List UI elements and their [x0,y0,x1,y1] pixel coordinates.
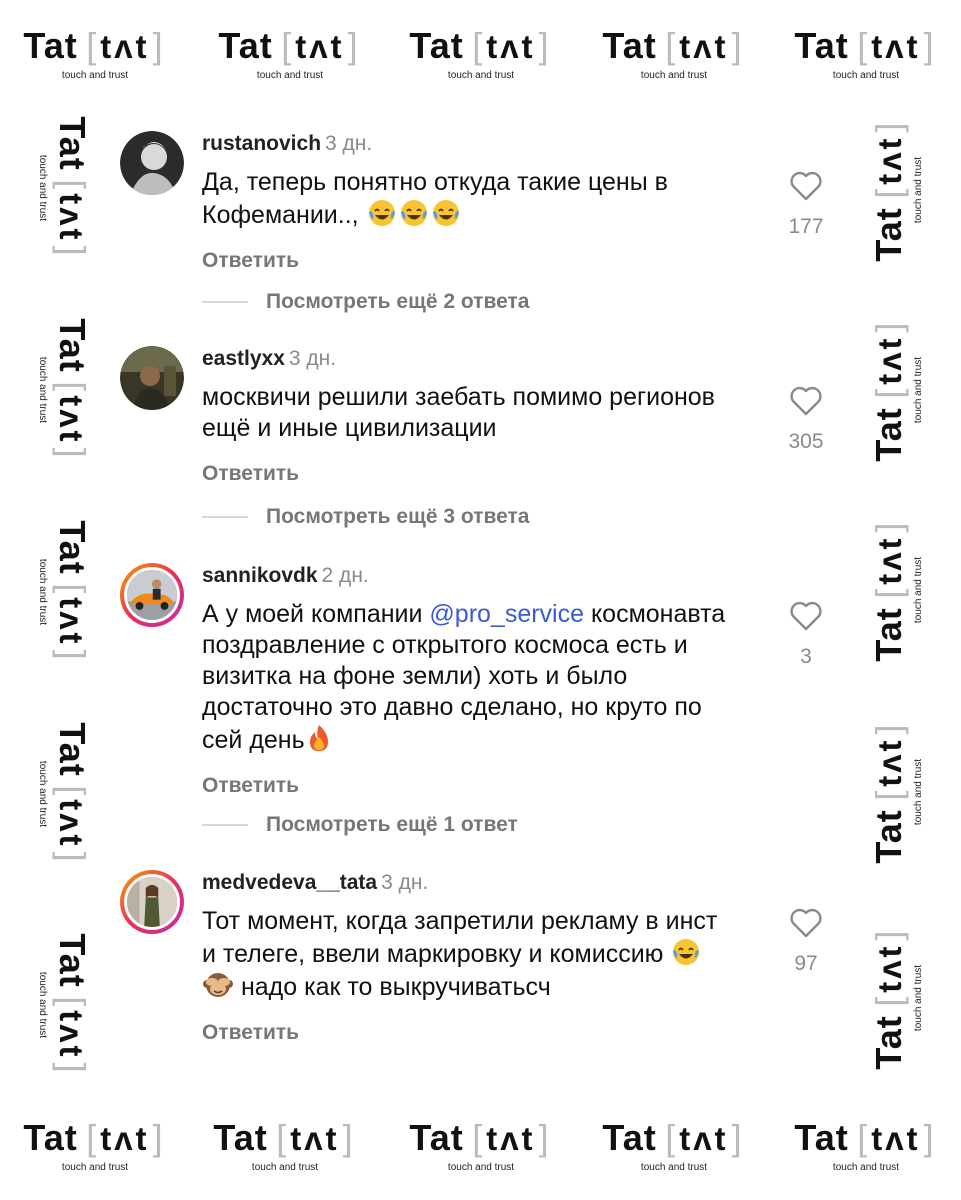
comment-header: medvedeva__tata 3 дн. [202,870,732,896]
brand-logo: Tat [tʌt] touch and trust [794,1117,935,1174]
comment-time: 3 дн. [381,871,429,894]
view-more-replies-label: Посмотреть ещё 1 ответ [266,813,518,836]
brand-logo-vertical: Tat [tʌt] touch and trust [868,321,924,462]
brand-logo: Tat [tʌt] touch and trust [794,25,935,82]
like-count: 3 [800,645,812,668]
comment-text: москвичи решили заебать помимо регионов … [202,383,715,442]
brand-logo: Tat [tʌt] touch and trust [409,25,550,82]
like-control: 97 [780,908,832,976]
tears-of-joy-emoji-icon [368,200,395,226]
see-no-evil-monkey-emoji-icon [203,973,233,997]
comment-username[interactable]: sannikovdk [202,564,318,587]
brand-logo: Tat [tʌt] touch and trust [213,1117,354,1174]
view-more-replies-label: Посмотреть ещё 3 ответа [266,505,530,528]
brand-logo: Tat [tʌt] touch and trust [409,1117,550,1174]
reply-button[interactable]: Ответить [202,1021,732,1045]
like-control: 3 [780,601,832,669]
view-more-replies-label: Посмотреть ещё 2 ответа [266,290,530,313]
brand-logo: Tat [tʌt] touch and trust [23,1117,164,1174]
brand-logo-vertical: Tat [tʌt] touch and trust [868,929,924,1070]
woman-photo-avatar[interactable] [120,870,184,934]
brand-logo-vertical: Tat [tʌt] touch and trust [37,933,93,1074]
brand-logo-vertical: Tat [tʌt] touch and trust [37,520,93,661]
comment-item: eastlyxx 3 дн. москвичи решили заебать по… [120,346,840,486]
tears-of-joy-emoji-icon [400,200,427,226]
bw-portrait-avatar[interactable] [120,131,184,195]
like-control: 177 [780,171,832,239]
brand-logo: Tat [tʌt] touch and trust [218,25,359,82]
brand-logo-vertical: Tat [tʌt] touch and trust [37,318,93,459]
heart-icon[interactable] [789,601,823,631]
divider [202,824,248,826]
tears-of-joy-emoji-icon [432,200,459,226]
view-more-replies[interactable]: Посмотреть ещё 1 ответ [202,811,518,839]
view-more-replies[interactable]: Посмотреть ещё 2 ответа [202,288,529,316]
comment-text: Тот момент, когда запретили рекламу в ин… [202,907,718,1001]
heart-icon[interactable] [789,908,823,938]
comment-header: sannikovdk 2 дн. [202,563,732,589]
brand-logo-vertical: Tat [tʌt] touch and trust [868,121,924,262]
brand-logo-vertical: Tat [tʌt] touch and trust [868,521,924,662]
comment-time: 3 дн. [325,132,373,155]
brand-logo-vertical: Tat [tʌt] touch and trust [868,723,924,864]
like-count: 177 [788,215,824,238]
comment-item: medvedeva__tata 3 дн. Тот момент, когда з… [120,870,840,1080]
comment-text: А у моей компании @pro_service космонавт… [202,600,726,754]
comment-username[interactable]: medvedeva__tata [202,871,377,894]
comment-time: 2 дн. [321,564,369,587]
like-count: 305 [788,430,824,453]
heart-icon[interactable] [789,171,823,201]
brand-logo: Tat [tʌt] touch and trust [602,1117,743,1174]
comment-item: rustanovich 3 дн. Да, теперь понятно отку… [120,131,840,273]
comment-header: rustanovich 3 дн. [202,131,732,157]
reply-button[interactable]: Ответить [202,462,732,486]
brand-logo-vertical: Tat [tʌt] touch and trust [37,116,93,257]
comment-username[interactable]: rustanovich [202,132,321,155]
like-count: 97 [794,952,818,975]
dark-photo-avatar[interactable] [120,346,184,410]
reply-button[interactable]: Ответить [202,249,732,273]
reply-button[interactable]: Ответить [202,774,732,798]
comment-username[interactable]: eastlyxx [202,347,285,370]
comment-header: eastlyxx 3 дн. [202,346,732,372]
orange-car-avatar[interactable] [120,563,184,627]
comment-text: Да, теперь понятно откуда такие цены в К… [202,168,668,229]
brand-logo-vertical: Tat [tʌt] touch and trust [37,722,93,863]
comment-item: sannikovdk 2 дн. А у моей компании @pro_s… [120,563,840,803]
tears-of-joy-emoji-icon [673,939,700,965]
mention-link[interactable]: @pro_service [429,600,584,628]
divider [202,301,248,303]
heart-icon[interactable] [789,386,823,416]
brand-logo: Tat [tʌt] touch and trust [602,25,743,82]
brand-logo: Tat [tʌt] touch and trust [23,25,164,82]
view-more-replies[interactable]: Посмотреть ещё 3 ответа [202,503,529,531]
divider [202,516,248,518]
fire-emoji-icon [309,725,328,751]
like-control: 305 [780,386,832,454]
comment-time: 3 дн. [288,347,337,370]
